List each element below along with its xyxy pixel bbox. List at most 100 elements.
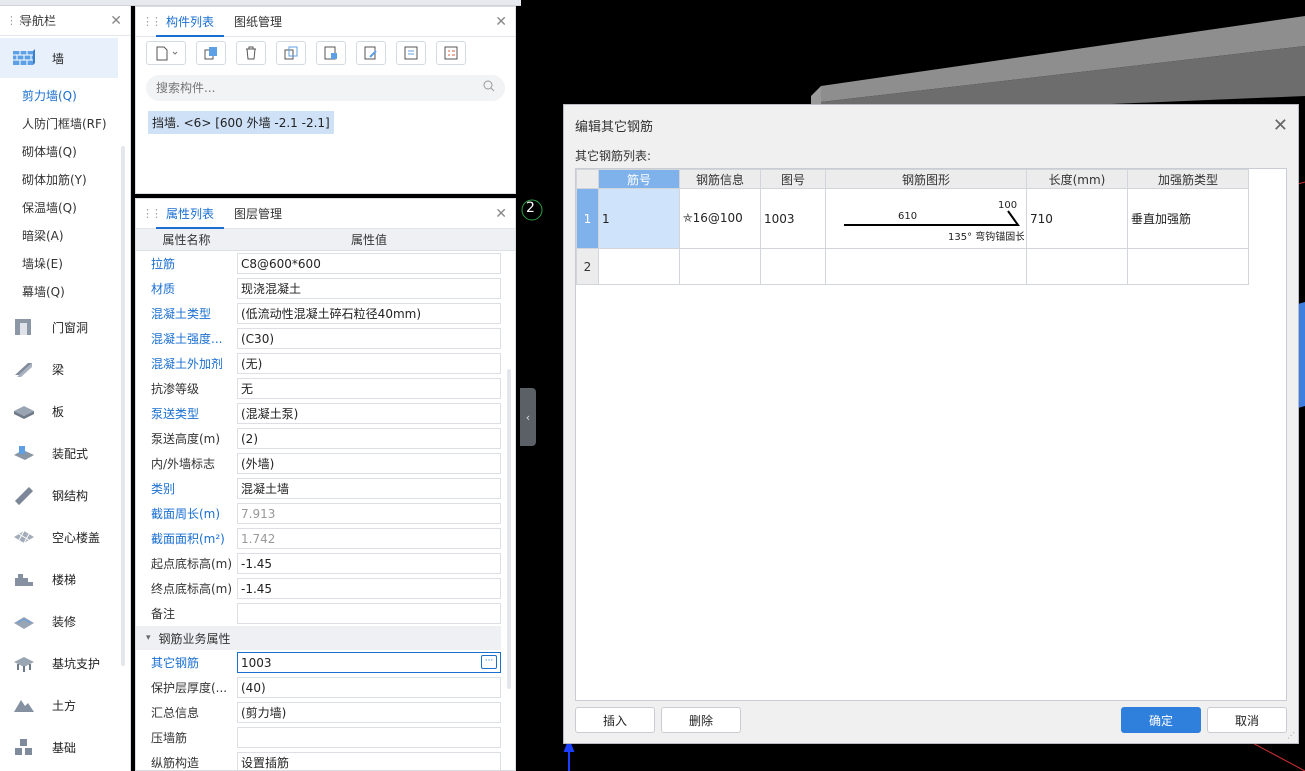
property-value[interactable]: 设置插筋 [237,752,501,770]
property-row[interactable]: 其它钢筋 1003 ··· [136,650,501,675]
column-header-rebar-shape[interactable]: 钢筋图形 [825,169,1027,189]
resize-grip-icon[interactable]: ⋰ [1287,731,1295,740]
property-value[interactable]: 现浇混凝土 [237,278,501,299]
property-row[interactable]: 泵送高度(m) (2) [136,426,501,451]
property-value[interactable]: (2) [237,428,501,449]
sub-item-curtain-wall[interactable]: 幕墙(Q) [0,278,130,306]
nav-category-stairs[interactable]: 楼梯 [0,558,130,600]
property-row[interactable]: 泵送类型 (混凝土泵) [136,401,501,426]
property-row[interactable]: 抗渗等级 无 [136,376,501,401]
layer-copy-button[interactable] [316,41,346,65]
property-row[interactable]: 截面面积(m²) 1.742 [136,526,501,551]
column-header-length[interactable]: 长度(mm) [1026,169,1128,189]
property-row[interactable]: 混凝土类型 (低流动性混凝土碎石粒径40mm) [136,301,501,326]
insert-button[interactable]: 插入 [575,707,655,733]
tab-drawing-management[interactable]: 图纸管理 [224,7,292,37]
property-row[interactable]: 备注 [136,601,501,626]
property-row[interactable]: 类别 混凝土墙 [136,476,501,501]
nav-category-decoration[interactable]: 装修 [0,600,130,642]
property-row[interactable]: 纵筋构造 设置插筋 [136,750,501,770]
cell-rebar-shape[interactable] [825,248,1027,285]
property-value[interactable]: (无) [237,353,501,374]
cell-length[interactable]: 710 [1026,188,1128,249]
component-item-selected[interactable]: 挡墙. <6> [600 外墙 -2.1 -2.1] [148,111,334,134]
drag-handle-icon[interactable]: ⋮⋮ [142,15,162,28]
property-value[interactable]: 无 [237,378,501,399]
more-options-icon[interactable]: ··· [481,655,497,669]
cell-reinforcement-type[interactable] [1127,248,1249,285]
property-row[interactable]: 终点底标高(m) -1.45 [136,576,501,601]
table-row[interactable]: 1 1 ⛤16@100 1003 100 610 135° 弯钩锚固长度 710… [576,188,1249,249]
property-value[interactable]: 1.742 [237,528,501,549]
sub-item-hidden-beam[interactable]: 暗梁(A) [0,222,130,250]
nav-category-pit-support[interactable]: 基坑支护 [0,642,130,684]
property-row[interactable]: 截面周长(m) 7.913 [136,501,501,526]
row-number[interactable]: 1 [576,188,599,249]
column-header-bar-number[interactable]: 筋号 [598,169,680,189]
nav-category-door-window[interactable]: 门窗洞 [0,306,130,348]
close-icon[interactable]: ✕ [1273,115,1288,136]
collapse-panel-handle[interactable]: ‹ [520,388,536,446]
tab-property-list[interactable]: 属性列表 [156,199,225,229]
property-value[interactable]: (混凝土泵) [237,403,501,424]
cell-length[interactable] [1026,248,1128,285]
tab-component-list[interactable]: 构件列表 [156,7,225,37]
tab-layer-management[interactable]: 图层管理 [224,199,292,229]
cell-rebar-info[interactable]: ⛤16@100 [679,188,761,249]
property-value[interactable]: (外墙) [237,453,501,474]
search-input[interactable] [156,81,495,95]
property-row[interactable]: 内/外墙标志 (外墙) [136,451,501,476]
property-value[interactable]: (低流动性混凝土碎石粒径40mm) [237,303,501,324]
close-icon[interactable]: ✕ [495,206,507,222]
nav-category-wall[interactable]: 墙 [0,38,118,78]
drag-handle-icon[interactable]: ⋮⋮ [6,14,26,27]
cell-rebar-info[interactable] [679,248,761,285]
row-number[interactable]: 2 [576,248,599,285]
nav-category-hollow-floor[interactable]: 空心楼盖 [0,516,130,558]
section-rebar-properties[interactable]: ▾ 钢筋业务属性 [136,626,501,650]
property-value[interactable]: 1003 ··· [237,652,501,673]
delete-button[interactable]: 删除 [661,707,741,733]
property-value[interactable] [237,727,501,748]
property-row[interactable]: 材质 现浇混凝土 [136,276,501,301]
cell-bar-number[interactable] [598,248,680,285]
close-icon[interactable]: ✕ [110,13,122,29]
nav-category-slab[interactable]: 板 [0,390,130,432]
properties-button[interactable] [396,41,426,65]
cancel-button[interactable]: 取消 [1207,707,1287,733]
sub-item-masonry-rebar[interactable]: 砌体加筋(Y) [0,166,130,194]
property-value[interactable]: 混凝土墙 [237,478,501,499]
property-value[interactable]: (40) [237,677,501,698]
drag-handle-icon[interactable]: ⋮⋮ [142,207,162,220]
property-value[interactable]: -1.45 [237,578,501,599]
copy-component-button[interactable] [196,41,226,65]
nav-category-beam[interactable]: 梁 [0,348,130,390]
search-icon[interactable] [483,80,495,95]
nav-category-foundation[interactable]: 基础 [0,726,130,768]
property-row[interactable]: 汇总信息 (剪力墙) [136,700,501,725]
cell-bar-number[interactable]: 1 [598,188,680,249]
nav-category-steel[interactable]: 钢结构 [0,474,130,516]
nav-category-prefab[interactable]: 装配式 [0,432,130,474]
cell-figure-number[interactable] [760,248,826,285]
property-row[interactable]: 混凝土外加剂 (无) [136,351,501,376]
nav-category-earthwork[interactable]: 土方 [0,684,130,726]
property-row[interactable]: 保护层厚度(... (40) [136,675,501,700]
cell-figure-number[interactable]: 1003 [760,188,826,249]
property-value[interactable]: -1.45 [237,553,501,574]
table-row[interactable]: 2 [576,248,1249,285]
property-row[interactable]: 压墙筋 [136,725,501,750]
close-icon[interactable]: ✕ [495,14,507,30]
new-component-button[interactable] [146,41,186,65]
list-button[interactable] [436,41,466,65]
property-value[interactable] [237,603,501,624]
sub-item-masonry-wall[interactable]: 砌体墙(Q) [0,138,130,166]
sub-item-wall-pier[interactable]: 墙垛(E) [0,250,130,278]
property-scrollbar[interactable] [507,369,511,689]
property-row[interactable]: 拉筋 C8@600*600 [136,251,501,276]
delete-component-button[interactable] [236,41,266,65]
sub-item-insulation-wall[interactable]: 保温墙(Q) [0,194,130,222]
ok-button[interactable]: 确定 [1121,707,1201,733]
property-row[interactable]: 起点底标高(m) -1.45 [136,551,501,576]
property-value[interactable]: C8@600*600 [237,253,501,274]
